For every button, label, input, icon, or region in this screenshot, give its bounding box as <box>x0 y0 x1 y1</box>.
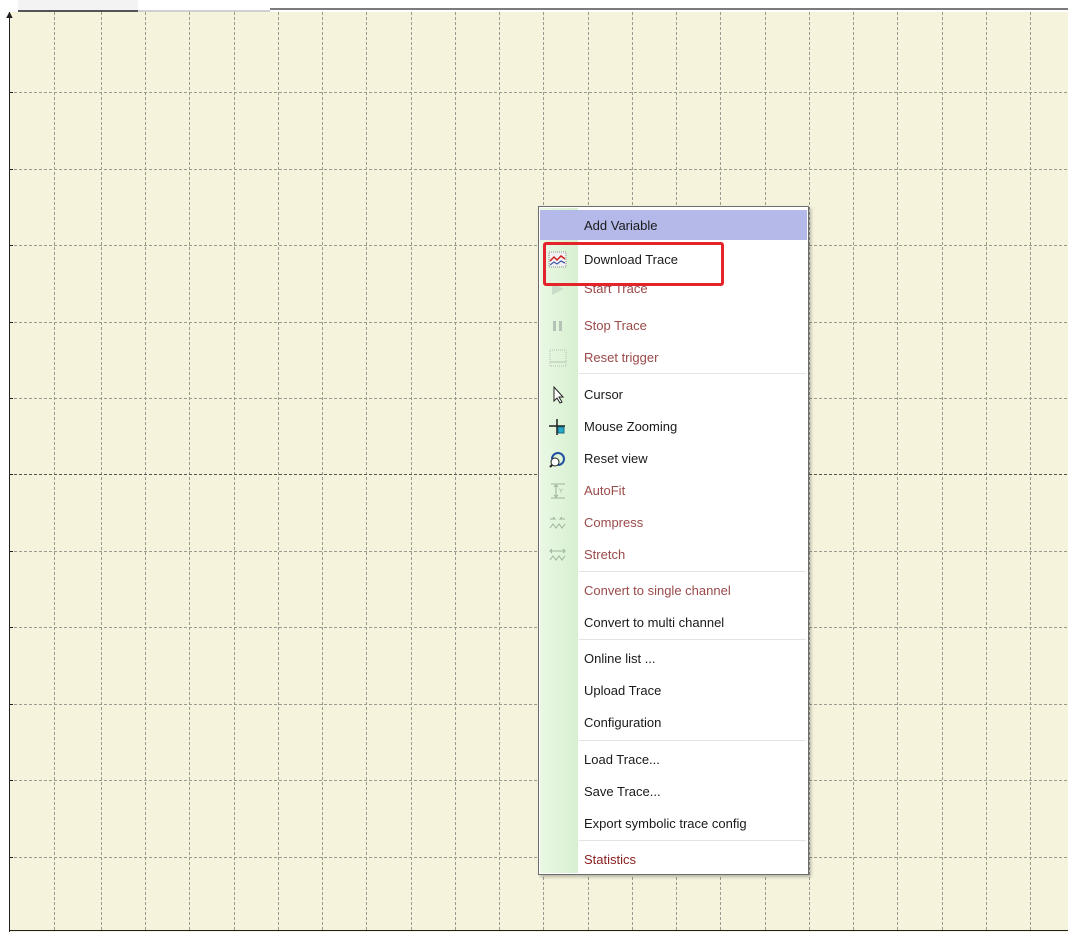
menu-item-upload-trace[interactable]: Upload Trace <box>540 675 807 705</box>
compress-icon <box>548 514 568 532</box>
x-axis-line <box>9 930 1068 931</box>
stretch-icon <box>548 546 568 564</box>
menu-item-statistics[interactable]: Statistics <box>540 844 807 874</box>
menu-item-label: Reset view <box>584 451 648 466</box>
menu-item-add-variable[interactable]: Add Variable <box>540 210 807 240</box>
pause-icon <box>548 317 568 335</box>
menu-item-convert-multi-channel[interactable]: Convert to multi channel <box>540 607 807 637</box>
menu-separator <box>579 571 806 572</box>
menu-item-label: Save Trace... <box>584 784 661 799</box>
menu-item-configuration[interactable]: Configuration <box>540 707 807 737</box>
menu-item-label: Configuration <box>584 715 662 730</box>
menu-item-label: Reset trigger <box>584 350 659 365</box>
menu-item-cursor[interactable]: Cursor <box>540 379 807 409</box>
menu-item-label: Convert to multi channel <box>584 615 725 630</box>
menu-item-label: Cursor <box>584 387 624 402</box>
menu-separator <box>579 740 806 741</box>
menu-item-save-trace[interactable]: Save Trace... <box>540 776 807 806</box>
tab-strip-border <box>270 8 1068 10</box>
menu-item-label: Upload Trace <box>584 683 662 698</box>
menu-separator <box>579 639 806 640</box>
svg-text:Y: Y <box>559 489 563 495</box>
menu-item-label: Add Variable <box>584 218 658 233</box>
menu-item-compress[interactable]: Compress <box>540 507 807 537</box>
menu-item-label: Compress <box>584 515 644 530</box>
menu-separator <box>579 840 806 841</box>
zoom-cross-icon <box>548 418 568 436</box>
menu-item-label: Stretch <box>584 547 626 562</box>
menu-item-label: Mouse Zooming <box>584 419 678 434</box>
menu-item-reset-trigger[interactable]: Reset trigger <box>540 342 807 372</box>
menu-item-mouse-zooming[interactable]: Mouse Zooming <box>540 411 807 441</box>
menu-item-label: Stop Trace <box>584 318 647 333</box>
context-menu: Add Variable Download Trace Start Trace … <box>538 206 809 875</box>
menu-item-online-list[interactable]: Online list ... <box>540 643 807 673</box>
menu-item-export-symbolic-trace-config[interactable]: Export symbolic trace config <box>540 808 807 838</box>
menu-item-label: Load Trace... <box>584 752 660 767</box>
tab-inactive[interactable] <box>138 0 270 12</box>
menu-item-stop-trace[interactable]: Stop Trace <box>540 310 807 340</box>
reset-view-icon <box>548 450 568 468</box>
menu-item-label: Statistics <box>584 852 637 867</box>
menu-item-label: Convert to single channel <box>584 583 731 598</box>
y-axis-arrow-icon: ▲ <box>4 9 15 21</box>
tab-active[interactable] <box>18 0 138 12</box>
menu-item-load-trace[interactable]: Load Trace... <box>540 744 807 774</box>
menu-separator <box>579 373 806 374</box>
y-axis-line <box>9 12 10 932</box>
autofit-icon: Y <box>548 482 568 500</box>
menu-item-label: Online list ... <box>584 651 656 666</box>
cursor-arrow-icon <box>548 385 568 404</box>
tab-strip <box>0 0 1068 12</box>
menu-item-convert-single-channel[interactable]: Convert to single channel <box>540 575 807 605</box>
menu-item-autofit[interactable]: Y AutoFit <box>540 475 807 505</box>
callout-highlight-box <box>543 242 724 286</box>
reset-trigger-icon <box>548 349 568 367</box>
menu-item-label: AutoFit <box>584 483 626 498</box>
menu-item-label: Export symbolic trace config <box>584 816 747 831</box>
menu-item-stretch[interactable]: Stretch <box>540 539 807 569</box>
menu-item-reset-view[interactable]: Reset view <box>540 443 807 473</box>
